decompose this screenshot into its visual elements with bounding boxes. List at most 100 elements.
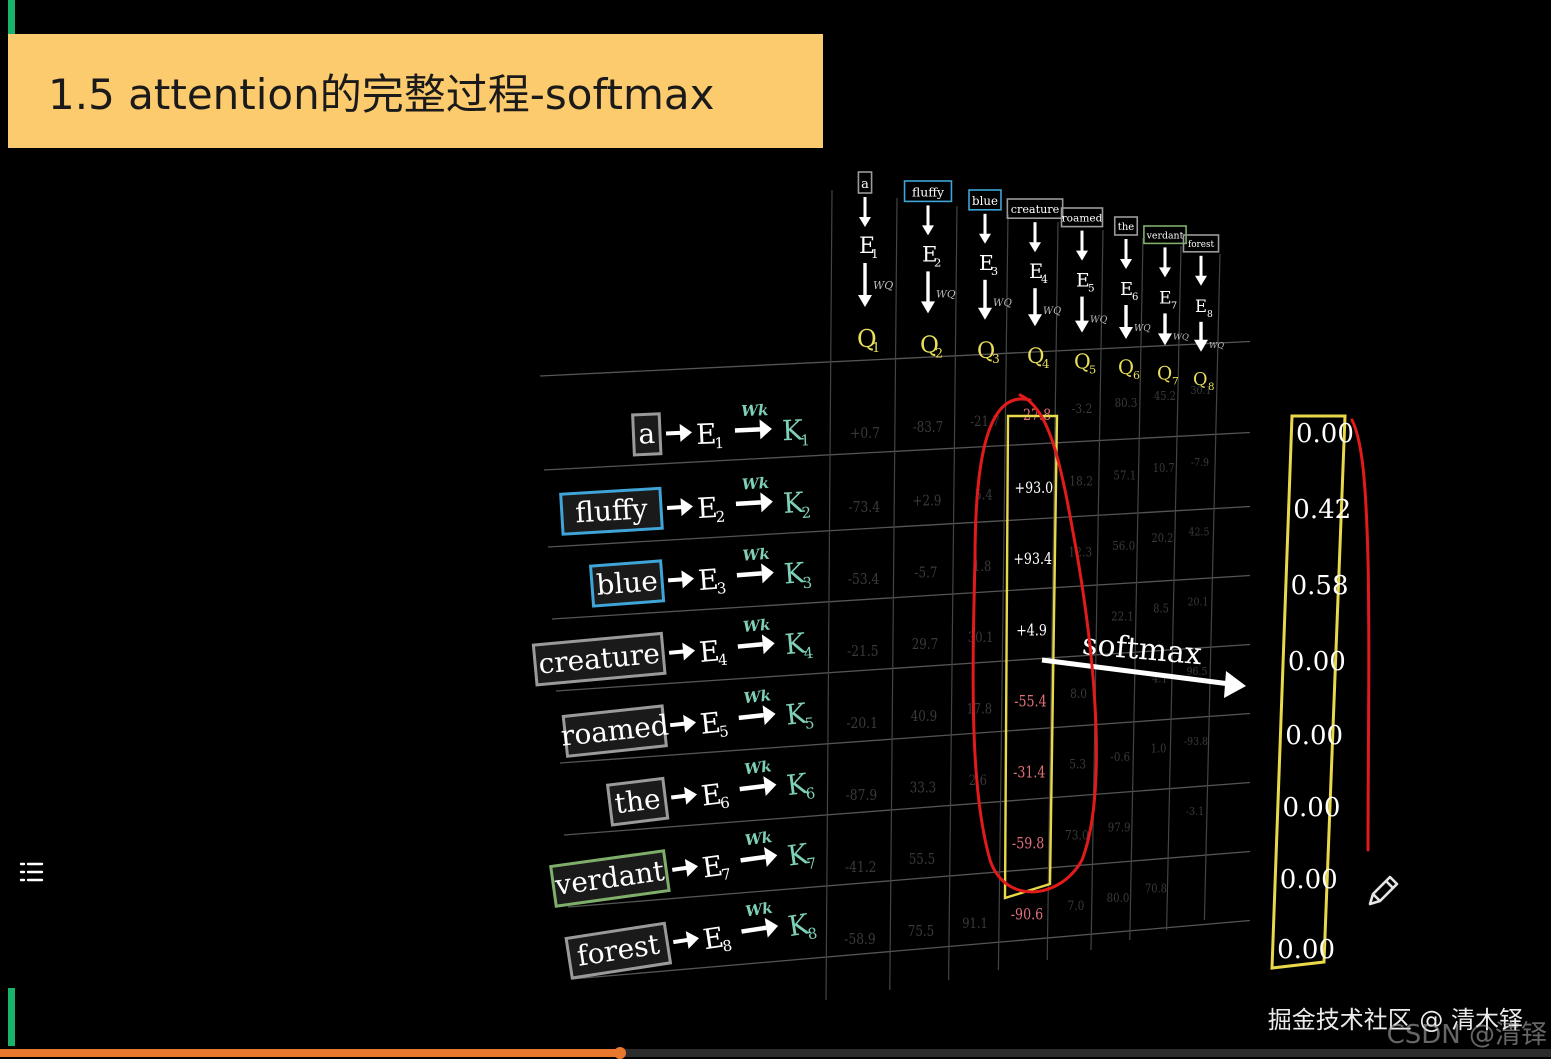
row-embed-index: 3: [716, 579, 727, 598]
row-embed-index: 5: [718, 722, 729, 741]
column-query-index: 3: [992, 352, 1000, 366]
right-arrow-icon: [666, 505, 684, 510]
grid-cell-value: -87.9: [846, 787, 878, 804]
grid-cell-value: -5.7: [915, 565, 938, 581]
row-weight-label: Wk: [741, 401, 769, 420]
right-arrow-icon: [667, 577, 685, 583]
grid-cell-value: +2.9: [913, 494, 942, 510]
arrow-head-icon: [763, 847, 778, 867]
arrow-head-icon: [859, 217, 871, 227]
grid-vline: [1046, 221, 1059, 961]
grid-cell-value: 18.2: [1069, 474, 1093, 489]
row-header: fluffy E2WkK2: [559, 474, 812, 536]
grid-vline: [948, 205, 958, 981]
grid-cell-value: -20.1: [846, 715, 878, 732]
grid-cell-value: -0.6: [1110, 749, 1130, 764]
grid-cell-value: 29.7: [912, 637, 938, 653]
column-embed-index: 6: [1132, 292, 1138, 303]
grid-cell-value: 56.0: [1112, 538, 1135, 553]
arrow-head-icon: [759, 419, 772, 440]
row-weight-label: Wk: [743, 757, 772, 778]
row-header: the E6Wk K6: [605, 757, 816, 827]
column-weight-label: WQ: [1090, 315, 1108, 326]
arrow-head-icon: [1159, 267, 1171, 278]
column-weight-label: WQ: [1173, 332, 1189, 342]
grid-cell-value: 10.7: [1153, 461, 1175, 475]
row-word-label: blue: [595, 564, 659, 602]
pencil-icon: [1368, 875, 1399, 906]
annotate-pen-button[interactable]: [1362, 870, 1404, 912]
right-arrow-icon: [736, 571, 762, 578]
row-embed-index: 4: [717, 651, 728, 670]
grid-cell-value: 12.3: [1068, 544, 1092, 559]
softmax-result-value: 0.58: [1291, 571, 1349, 601]
row-header: a E1WkK1: [631, 401, 810, 457]
grid-cell-value: 57.1: [1113, 467, 1136, 482]
grid-cell-value: -55.4: [1014, 693, 1046, 710]
grid-cell-value: 30.1: [1191, 384, 1212, 397]
grid-cell-value: 40.9: [911, 709, 937, 725]
row-embed-index: 7: [720, 865, 732, 884]
column-word-label: verdant: [1146, 230, 1184, 241]
table-of-contents-button[interactable]: [14, 855, 48, 889]
row-key-index: 1: [800, 431, 810, 449]
grid-cell-value: +4.9: [1016, 622, 1047, 639]
grid-vline: [1166, 245, 1182, 931]
row-embed-index: 8: [721, 936, 733, 955]
arrow-head-icon: [978, 307, 992, 320]
grid-vline: [825, 189, 833, 1001]
grid-cell-value: -7.9: [1191, 456, 1209, 469]
row-weight-label: Wk: [741, 474, 769, 494]
grid-cell-value: 5.3: [1069, 757, 1086, 772]
row-header: creature E4WkK4: [531, 616, 814, 687]
video-progress-knob[interactable]: [614, 1047, 627, 1059]
column-embed-index: 1: [871, 247, 879, 261]
column-query-index: 7: [1172, 375, 1179, 387]
video-progress-fill: [0, 1049, 621, 1057]
arrow-head-icon: [760, 492, 773, 513]
row-word-label: a: [638, 417, 656, 451]
arrow-head-icon: [922, 225, 934, 236]
row-weight-label: Wk: [744, 899, 774, 921]
arrow-head-icon: [1195, 275, 1207, 286]
column-query-label: Q: [1118, 356, 1134, 379]
arrow-head-icon: [1158, 333, 1172, 346]
right-arrow-icon: [735, 500, 762, 507]
column-word-label: blue: [972, 194, 998, 208]
arrow-head-icon: [683, 714, 697, 733]
grid-cell-value: 42.5: [1189, 526, 1210, 539]
row-key-index: 4: [803, 644, 814, 663]
right-arrow-icon: [741, 925, 767, 934]
arrow-head-icon: [684, 786, 698, 805]
arrow-head-icon: [979, 233, 991, 244]
right-arrow-icon: [670, 793, 688, 800]
arrow-head-icon: [1120, 259, 1132, 269]
arrow-head-icon: [761, 563, 774, 584]
softmax-result-value: 0.00: [1277, 935, 1335, 965]
column-embed-index: 8: [1207, 309, 1213, 320]
row-key-index: 3: [802, 574, 813, 593]
softmax-result-value: 0.00: [1280, 865, 1338, 895]
column-word-label: forest: [1188, 240, 1214, 250]
row-embed-index: 6: [719, 793, 731, 812]
attention-grid-illustration: aE1WQQ1fluffyE2WQQ2blueE3WQQ3creatureE4W…: [531, 171, 1371, 1001]
arrow-head-icon: [763, 776, 777, 797]
arrow-head-icon: [921, 301, 935, 314]
row-word-label: fluffy: [574, 492, 648, 529]
right-arrow-icon: [734, 427, 761, 433]
grid-cell-value: 80.0: [1107, 890, 1130, 905]
column-query-index: 5: [1089, 363, 1096, 377]
row-weight-label: Wk: [742, 545, 771, 565]
video-progress-bar[interactable]: [0, 1047, 1551, 1059]
column-weight-label: WQ: [993, 298, 1012, 309]
column-query-label: Q: [1157, 363, 1172, 384]
grid-vline: [1203, 253, 1221, 921]
row-header: forest E8Wk K8: [564, 899, 819, 980]
column-embed-index: 3: [991, 265, 998, 278]
arrow-head-icon: [1029, 242, 1041, 253]
grid-cell-value: -90.6: [1011, 907, 1043, 924]
arrow-head-icon: [1075, 320, 1089, 333]
arrow-head-icon: [761, 634, 775, 655]
arrow-head-icon: [1076, 250, 1088, 261]
grid-cell-value: 75.5: [908, 924, 934, 940]
